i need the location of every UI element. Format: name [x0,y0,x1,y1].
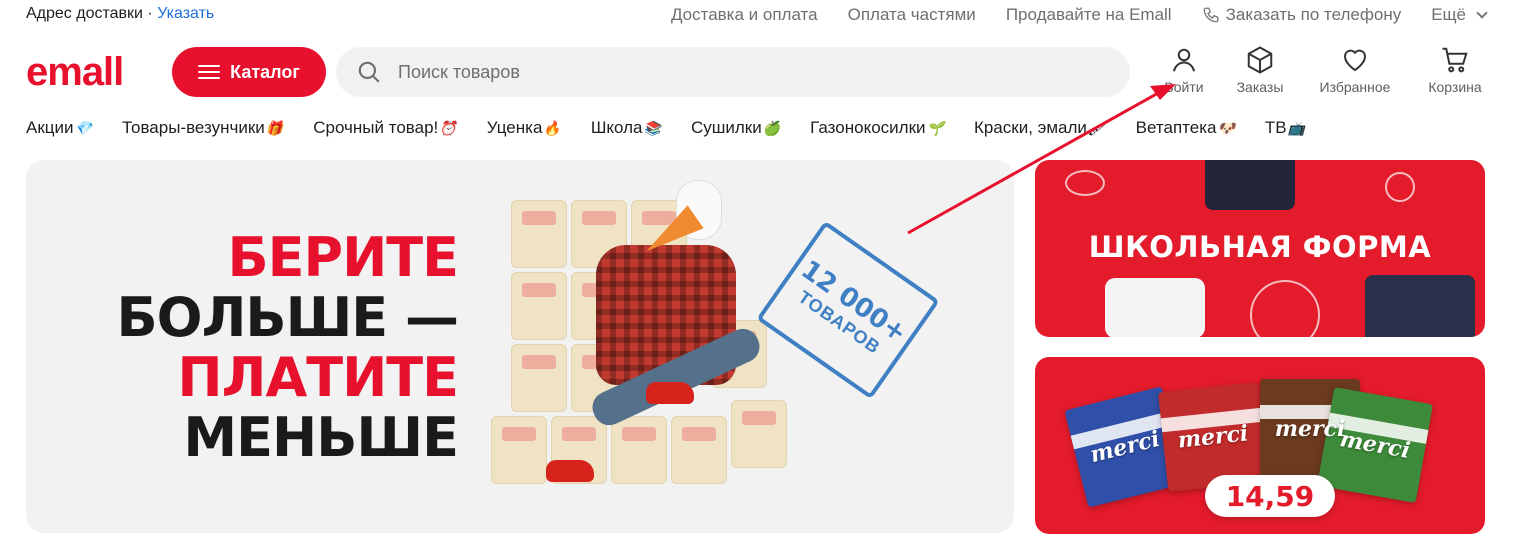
category-lawn-mowers[interactable]: Газонокосилки 🌱 [810,118,944,138]
fire-icon: 🔥 [543,119,561,136]
heart-icon [1343,49,1367,72]
gem-icon: 💎 [74,119,92,136]
search-input[interactable] [398,61,1098,83]
top-links: Доставка и оплата Оплата частями Продава… [671,5,1488,25]
sell-on-emall-link[interactable]: Продавайте на Emall [1006,5,1172,25]
top-bar: Адрес доставки · Указать Доставка и опла… [0,0,1514,30]
protractor-doodle [1250,280,1320,337]
seedling-icon: 🌱 [926,119,944,136]
more-menu[interactable]: Ещё [1431,5,1488,25]
category-markdown[interactable]: Уценка 🔥 [487,118,561,138]
books-icon: 📚 [643,119,661,136]
category-vet-pharmacy[interactable]: Ветаптека 🐶 [1136,118,1235,138]
hero-headline: БЕРИТЕ БОЛЬШЕ — ПЛАТИТЕ МЕНЬШЕ [116,226,459,469]
login-button[interactable]: Войти [1154,45,1214,95]
box-icon [1247,46,1273,74]
category-urgent[interactable]: Срочный товар! ⏰ [313,118,456,138]
category-label: Уценка [486,118,543,137]
orders-button[interactable]: Заказы [1230,45,1290,95]
blazer-image [1205,160,1295,210]
hero-line-2: БОЛЬШЕ — [116,286,459,349]
more-label: Ещё [1431,5,1466,24]
delivery-address: Адрес доставки · Указать [26,5,214,23]
category-label: Акции [26,118,74,137]
phone-order-link[interactable]: Заказать по телефону [1202,5,1402,25]
category-label: Товары-везунчики [121,118,265,137]
delivery-address-label: Адрес доставки [26,5,143,22]
header-actions: Войти Заказы Избранное Корзина [1150,45,1500,101]
category-strip: Акции 💎 Товары-везунчики 🎁 Срочный товар! ⏰… [26,118,1305,138]
installments-link[interactable]: Оплата частями [848,5,976,25]
category-label: Ветаптека [1135,118,1217,137]
cart-button[interactable]: Корзина [1420,45,1490,95]
catalog-button[interactable]: Каталог [172,47,326,97]
merci-banner[interactable]: merci merci merci merci 14,59 [1035,357,1485,534]
dog-icon: 🐶 [1217,119,1235,136]
sneaker-left [546,460,594,482]
favorites-button[interactable]: Избранное [1310,45,1400,95]
category-label: Газонокосилки [810,118,926,137]
menu-icon [198,65,221,79]
search-icon [358,61,380,83]
address-separator: · [142,5,158,22]
category-label: Срочный товар! [313,118,439,137]
sneaker-right [646,382,694,404]
phone-icon [1203,7,1219,23]
address-specify-link[interactable]: Указать [157,5,214,22]
emall-logo[interactable]: emall [26,50,124,94]
paintbrush-icon: 🖌 [1087,119,1106,136]
delivery-payment-link[interactable]: Доставка и оплата [671,5,818,25]
category-school[interactable]: Школа 📚 [591,118,661,138]
school-uniform-banner[interactable]: ШКОЛЬНАЯ ФОРМА [1035,160,1485,337]
hero-banner[interactable]: БЕРИТЕ БОЛЬШЕ — ПЛАТИТЕ МЕНЬШЕ 12 000+ Т… [26,160,1014,533]
catalog-label: Каталог [230,61,300,82]
category-tv[interactable]: ТВ 📺 [1265,118,1305,138]
category-label: ТВ [1264,118,1287,137]
doodle-decoration [1385,172,1415,202]
category-label: Сушилки [690,118,762,137]
category-dryers[interactable]: Сушилки 🍏 [691,118,780,138]
school-uniform-title: ШКОЛЬНАЯ ФОРМА [1088,230,1432,264]
apple-icon: 🍏 [762,119,781,136]
favorites-label: Избранное [1319,79,1391,95]
price-badge: 14,59 [1205,475,1335,517]
hero-line-3: ПЛАТИТЕ [177,346,459,409]
orders-label: Заказы [1236,79,1284,95]
jacket-image [1365,275,1475,337]
alarm-clock-icon: ⏰ [439,119,457,136]
shirt-image [1105,278,1205,337]
chevron-down-icon [1476,6,1488,19]
phone-order-label: Заказать по телефону [1225,5,1402,24]
tv-icon: 📺 [1287,119,1306,136]
category-promotions[interactable]: Акции 💎 [26,118,92,138]
category-lucky-items[interactable]: Товары-везунчики 🎁 [122,118,283,138]
category-label: Школа [590,118,643,137]
login-label: Войти [1164,79,1204,95]
gift-icon: 🎁 [265,119,284,136]
category-label: Краски, эмали [973,118,1087,137]
cart-icon [1442,47,1468,73]
cart-label: Корзина [1428,79,1482,95]
hero-line-1: БЕРИТЕ [227,226,459,289]
category-paints[interactable]: Краски, эмали 🖌 [974,118,1106,138]
user-icon [1173,48,1195,72]
merci-box-green: merci [1317,387,1433,503]
search-bar[interactable] [336,47,1130,97]
hero-line-4: МЕНЬШЕ [183,406,459,469]
doodle-decoration [1065,170,1105,196]
